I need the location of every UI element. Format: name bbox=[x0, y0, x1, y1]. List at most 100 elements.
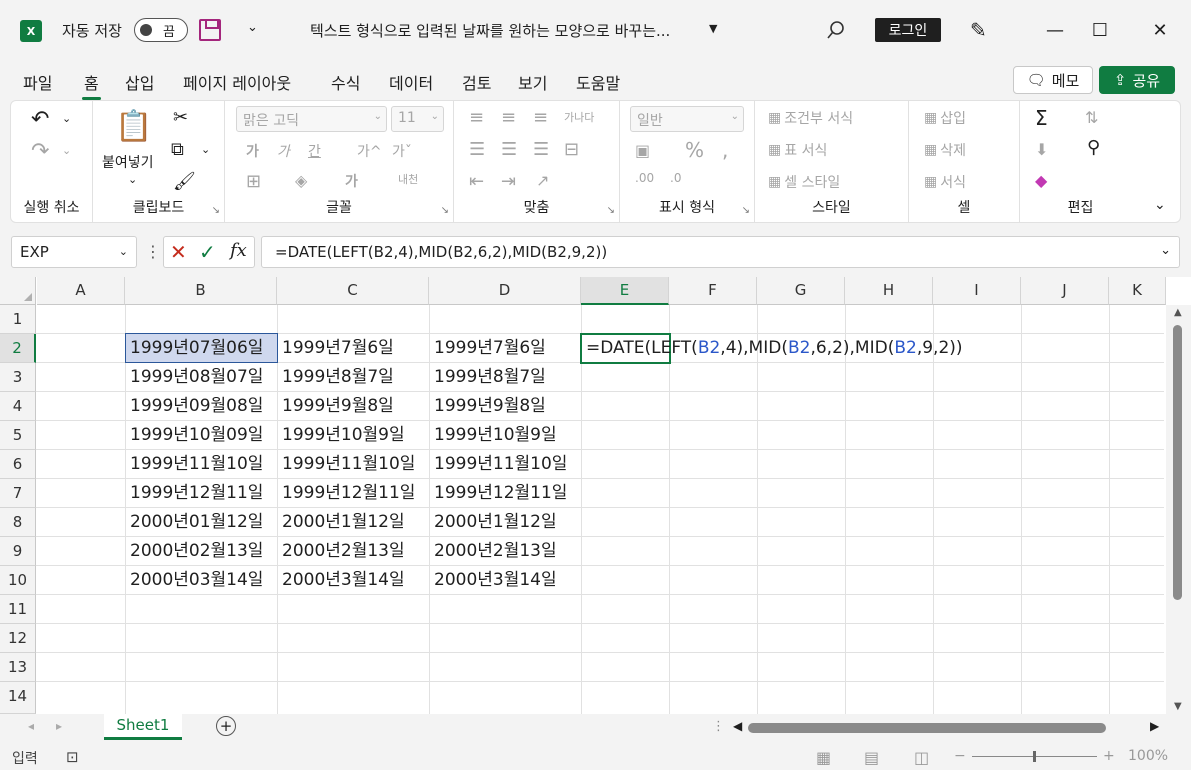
column-header-i[interactable]: I bbox=[933, 277, 1021, 305]
cut-icon[interactable]: ✂ bbox=[173, 107, 188, 128]
column-header-f[interactable]: F bbox=[669, 277, 757, 305]
vertical-scroll-thumb[interactable] bbox=[1173, 325, 1182, 600]
row-header-12[interactable]: 12 bbox=[0, 624, 36, 653]
page-layout-view-icon[interactable]: ▤ bbox=[864, 748, 879, 767]
horizontal-scroll-thumb[interactable] bbox=[748, 723, 1106, 733]
cell-d3[interactable]: 1999년8월7일 bbox=[430, 363, 546, 392]
cell-c5[interactable]: 1999년10월9일 bbox=[278, 421, 405, 450]
scroll-up-icon[interactable]: ▲ bbox=[1174, 307, 1182, 318]
cell-c7[interactable]: 1999년12월11일 bbox=[278, 479, 415, 508]
cell-c2[interactable]: 1999년7월6일 bbox=[278, 334, 394, 363]
alignment-launcher-icon[interactable]: ↘ bbox=[607, 205, 615, 216]
prev-sheet-icon[interactable]: ◂ bbox=[28, 719, 34, 733]
sheet-tab-sheet1[interactable]: Sheet1 bbox=[104, 714, 182, 740]
cell-d6[interactable]: 1999년11월10일 bbox=[430, 450, 567, 479]
cell-c8[interactable]: 2000년1월12일 bbox=[278, 508, 405, 537]
scroll-down-icon[interactable]: ▼ bbox=[1174, 701, 1182, 712]
cell-c4[interactable]: 1999년9월8일 bbox=[278, 392, 394, 421]
cell-e2-editor[interactable]: =DATE(LEFT(B2,4),MID(B2,6,2),MID(B2,9,2)… bbox=[586, 334, 963, 363]
tab-data[interactable]: 데이터 bbox=[389, 70, 433, 94]
column-header-d[interactable]: D bbox=[429, 277, 581, 305]
paste-dropdown-icon[interactable]: ⌄ bbox=[128, 173, 137, 186]
undo-icon[interactable]: ↶ bbox=[31, 107, 49, 132]
find-icon[interactable]: ⚲ bbox=[1087, 137, 1100, 158]
accessibility-icon[interactable]: ⊡ bbox=[66, 748, 79, 766]
expand-formula-icon[interactable]: ⌄ bbox=[1160, 243, 1171, 258]
zoom-out-icon[interactable]: − bbox=[954, 748, 966, 764]
normal-view-icon[interactable]: ▦ bbox=[816, 748, 831, 767]
row-header-6[interactable]: 6 bbox=[0, 450, 36, 479]
cell-d5[interactable]: 1999년10월9일 bbox=[430, 421, 557, 450]
column-header-j[interactable]: J bbox=[1021, 277, 1109, 305]
column-header-k[interactable]: K bbox=[1109, 277, 1166, 305]
font-size-select[interactable]: 11 ⌄ bbox=[391, 106, 444, 132]
tab-home[interactable]: 홈 bbox=[82, 70, 101, 100]
clear-icon[interactable]: ◆ bbox=[1035, 171, 1047, 190]
maximize-icon[interactable]: ☐ bbox=[1085, 16, 1115, 44]
insert-function-icon[interactable]: fx bbox=[230, 240, 247, 261]
cell-d7[interactable]: 1999년12월11일 bbox=[430, 479, 567, 508]
autosave-toggle[interactable]: 끔 bbox=[134, 18, 188, 42]
share-button[interactable]: ⇪ 공유 bbox=[1099, 66, 1175, 94]
collapse-ribbon-icon[interactable]: ⌄ bbox=[1154, 197, 1166, 213]
tab-view[interactable]: 보기 bbox=[518, 70, 547, 94]
number-format-select[interactable]: 일반 ⌄ bbox=[630, 106, 744, 132]
tab-insert[interactable]: 삽입 bbox=[125, 70, 154, 94]
formula-input[interactable]: =DATE(LEFT(B2,4),MID(B2,6,2),MID(B2,9,2)… bbox=[261, 236, 1180, 268]
column-header-a[interactable]: A bbox=[37, 277, 125, 305]
tab-split-grip-icon[interactable]: ⋮ bbox=[712, 719, 725, 734]
cell-b3[interactable]: 1999년08월07일 bbox=[126, 363, 263, 392]
cell-b9[interactable]: 2000년02월13일 bbox=[126, 537, 263, 566]
zoom-level[interactable]: 100% bbox=[1128, 748, 1168, 764]
cell-b8[interactable]: 2000년01월12일 bbox=[126, 508, 263, 537]
cancel-icon[interactable]: ✕ bbox=[170, 240, 187, 264]
row-header-5[interactable]: 5 bbox=[0, 421, 36, 450]
cell-c6[interactable]: 1999년11월10일 bbox=[278, 450, 415, 479]
cell-d2[interactable]: 1999년7월6일 bbox=[430, 334, 546, 363]
quick-access-dropdown-icon[interactable]: ⌄ bbox=[247, 20, 258, 35]
cell-d4[interactable]: 1999년9월8일 bbox=[430, 392, 546, 421]
name-box[interactable]: EXP ⌄ bbox=[11, 236, 137, 268]
scroll-right-icon[interactable]: ▶ bbox=[1150, 719, 1159, 733]
vertical-scrollbar[interactable]: ▲ ▼ bbox=[1166, 305, 1191, 714]
next-sheet-icon[interactable]: ▸ bbox=[56, 719, 62, 733]
number-launcher-icon[interactable]: ↘ bbox=[742, 205, 750, 216]
zoom-in-icon[interactable]: + bbox=[1103, 748, 1115, 764]
column-header-b[interactable]: B bbox=[125, 277, 277, 305]
row-header-3[interactable]: 3 bbox=[0, 363, 36, 392]
cell-d10[interactable]: 2000년3월14일 bbox=[430, 566, 557, 595]
cell-b7[interactable]: 1999년12월11일 bbox=[126, 479, 263, 508]
login-button[interactable]: 로그인 bbox=[875, 18, 941, 42]
row-header-2[interactable]: 2 bbox=[0, 334, 36, 363]
save-icon[interactable] bbox=[199, 19, 221, 41]
memo-button[interactable]: 🗨 메모 bbox=[1013, 66, 1093, 94]
cell-b4[interactable]: 1999년09월08일 bbox=[126, 392, 263, 421]
tab-formulas[interactable]: 수식 bbox=[331, 70, 360, 94]
add-sheet-icon[interactable]: + bbox=[216, 716, 236, 736]
undo-dropdown-icon[interactable]: ⌄ bbox=[62, 112, 71, 125]
row-header-4[interactable]: 4 bbox=[0, 392, 36, 421]
column-header-h[interactable]: H bbox=[845, 277, 933, 305]
font-name-select[interactable]: 맑은 고딕 ⌄ bbox=[236, 106, 387, 132]
minimize-icon[interactable]: — bbox=[1040, 16, 1070, 44]
row-header-11[interactable]: 11 bbox=[0, 595, 36, 624]
scroll-left-icon[interactable]: ◀ bbox=[733, 719, 742, 733]
cell-d9[interactable]: 2000년2월13일 bbox=[430, 537, 557, 566]
title-caret-icon[interactable]: ▼ bbox=[709, 22, 717, 35]
cell-c3[interactable]: 1999년8월7일 bbox=[278, 363, 394, 392]
font-launcher-icon[interactable]: ↘ bbox=[441, 205, 449, 216]
page-break-view-icon[interactable]: ◫ bbox=[914, 748, 929, 767]
column-header-g[interactable]: G bbox=[757, 277, 845, 305]
enter-icon[interactable]: ✓ bbox=[199, 240, 216, 264]
copy-dropdown-icon[interactable]: ⌄ bbox=[201, 143, 210, 156]
row-header-13[interactable]: 13 bbox=[0, 653, 36, 682]
autosum-icon[interactable]: Σ bbox=[1035, 106, 1048, 130]
search-icon[interactable] bbox=[826, 20, 846, 40]
column-header-c[interactable]: C bbox=[277, 277, 429, 305]
zoom-slider-knob[interactable] bbox=[1033, 751, 1036, 762]
pen-icon[interactable]: ✎ bbox=[970, 18, 987, 42]
row-header-8[interactable]: 8 bbox=[0, 508, 36, 537]
tab-review[interactable]: 검토 bbox=[462, 70, 491, 94]
cell-b10[interactable]: 2000년03월14일 bbox=[126, 566, 263, 595]
copy-icon[interactable]: ⧉ bbox=[171, 139, 184, 160]
